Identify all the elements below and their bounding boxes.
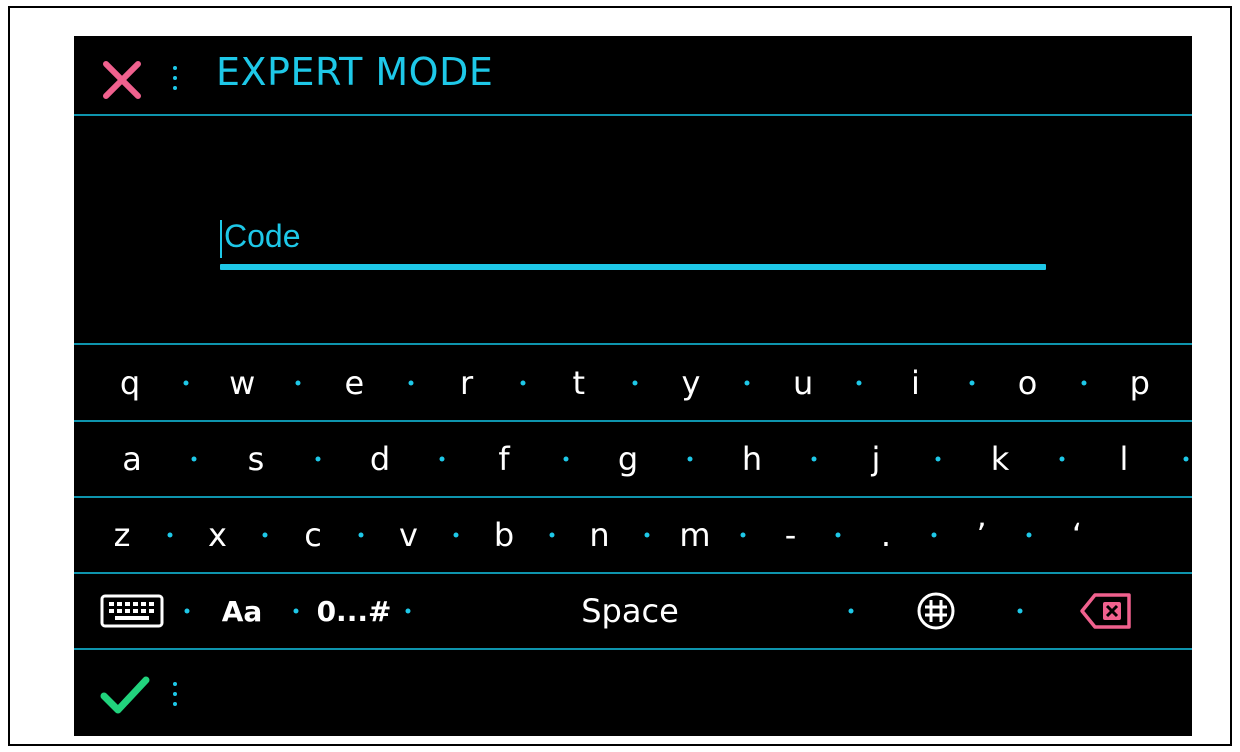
key-separator-dot — [744, 380, 750, 386]
key-c[interactable]: c — [291, 498, 335, 572]
key-separator-dot — [293, 608, 299, 614]
key-separator-dot — [1081, 380, 1087, 386]
key-separator-dot — [1026, 532, 1032, 538]
key-symbol[interactable]: ‘ — [1055, 498, 1099, 572]
key-separator-dot — [1017, 608, 1023, 614]
key-h[interactable]: h — [730, 422, 774, 496]
key-separator-dot — [405, 608, 411, 614]
key-g[interactable]: g — [606, 422, 650, 496]
key-separator-dot — [687, 456, 693, 462]
page-title: EXPERT MODE — [216, 50, 494, 94]
keyboard-function-row: Aa 0...# Space — [74, 574, 1192, 648]
key-separator-dot — [191, 456, 197, 462]
backspace-key[interactable] — [1079, 574, 1133, 648]
language-key[interactable] — [914, 574, 958, 648]
key-separator-dot — [969, 380, 974, 386]
key-k[interactable]: k — [978, 422, 1022, 496]
key-separator-dot — [453, 532, 459, 538]
keyboard-row-3: z x c v b n m -. ’ ‘ — [74, 498, 1192, 572]
key-y[interactable]: y — [669, 346, 713, 420]
key-separator-dot — [848, 608, 854, 614]
key-separator-dot — [632, 380, 638, 386]
key-separator-dot — [1059, 456, 1065, 462]
key-separator-dot — [408, 380, 413, 386]
case-toggle-key[interactable]: Aa — [220, 574, 264, 648]
expert-mode-screen: EXPERT MODE Code qwertyuiop a s d f g h j k l zx… — [74, 36, 1192, 736]
key-m[interactable]: m — [673, 498, 717, 572]
key-separator-dot — [811, 456, 817, 462]
bottom-separator — [173, 682, 179, 712]
code-input-placeholder: Code — [224, 218, 301, 254]
key-separator-dot — [183, 380, 189, 386]
key-x[interactable]: x — [196, 498, 240, 572]
key-f[interactable]: f — [482, 422, 526, 496]
symbols-key[interactable]: 0...# — [317, 574, 392, 648]
key-a[interactable]: a — [110, 422, 154, 496]
close-button[interactable] — [100, 58, 144, 102]
key-o[interactable]: o — [1006, 346, 1050, 420]
key-q[interactable]: q — [108, 346, 152, 420]
key-separator-dot — [835, 532, 841, 538]
header-separator — [173, 66, 179, 96]
text-caret — [220, 220, 222, 258]
key-separator-dot — [439, 456, 445, 462]
key-separator-dot — [262, 532, 268, 538]
key-n[interactable]: n — [578, 498, 622, 572]
key-separator-dot — [1183, 456, 1189, 462]
key-r[interactable]: r — [445, 346, 489, 420]
key-separator-dot — [644, 532, 650, 538]
key-separator-dot — [549, 532, 555, 538]
key-s[interactable]: s — [234, 422, 278, 496]
key-d[interactable]: d — [358, 422, 402, 496]
check-icon — [100, 676, 150, 714]
key-separator-dot — [931, 532, 937, 538]
key-b[interactable]: b — [482, 498, 526, 572]
key-separator-dot — [935, 456, 941, 462]
header-bar: EXPERT MODE — [74, 36, 1192, 116]
keyboard-icon — [100, 594, 164, 628]
key-separator-dot — [856, 380, 862, 386]
code-input-underline — [220, 264, 1046, 270]
key-symbol[interactable]: ’ — [960, 498, 1004, 572]
key-separator-dot — [315, 456, 321, 462]
key-v[interactable]: v — [387, 498, 431, 572]
code-input[interactable]: Code — [220, 212, 1046, 272]
key-l[interactable]: l — [1102, 422, 1146, 496]
key-symbol[interactable]: - — [769, 498, 813, 572]
key-separator-dot — [295, 380, 301, 386]
key-separator-dot — [520, 380, 526, 386]
key-t[interactable]: t — [557, 346, 601, 420]
key-separator-dot — [167, 532, 173, 538]
key-symbol[interactable]: . — [864, 498, 908, 572]
key-z[interactable]: z — [100, 498, 144, 572]
key-separator-dot — [184, 608, 190, 614]
keyboard-row-2: asdfghjkl — [74, 422, 1192, 496]
globe-icon — [917, 592, 955, 630]
key-separator-dot — [563, 456, 569, 462]
keyboard-bottom-divider — [74, 648, 1192, 650]
key-j[interactable]: j — [854, 422, 898, 496]
space-key[interactable]: Space — [581, 574, 679, 648]
key-e[interactable]: e — [332, 346, 376, 420]
keyboard-toggle-button[interactable] — [100, 574, 164, 648]
key-u[interactable]: u — [781, 346, 825, 420]
keyboard-row-1: qwertyuiop — [74, 346, 1192, 420]
header-divider — [74, 114, 1192, 116]
confirm-button[interactable] — [98, 672, 152, 718]
close-icon — [103, 61, 141, 99]
key-p[interactable]: p — [1118, 346, 1162, 420]
backspace-icon — [1080, 593, 1131, 629]
keyboard-top-divider — [74, 343, 1192, 345]
key-i[interactable]: i — [893, 346, 937, 420]
key-w[interactable]: w — [220, 346, 264, 420]
key-separator-dot — [358, 532, 364, 538]
key-separator-dot — [740, 532, 746, 538]
